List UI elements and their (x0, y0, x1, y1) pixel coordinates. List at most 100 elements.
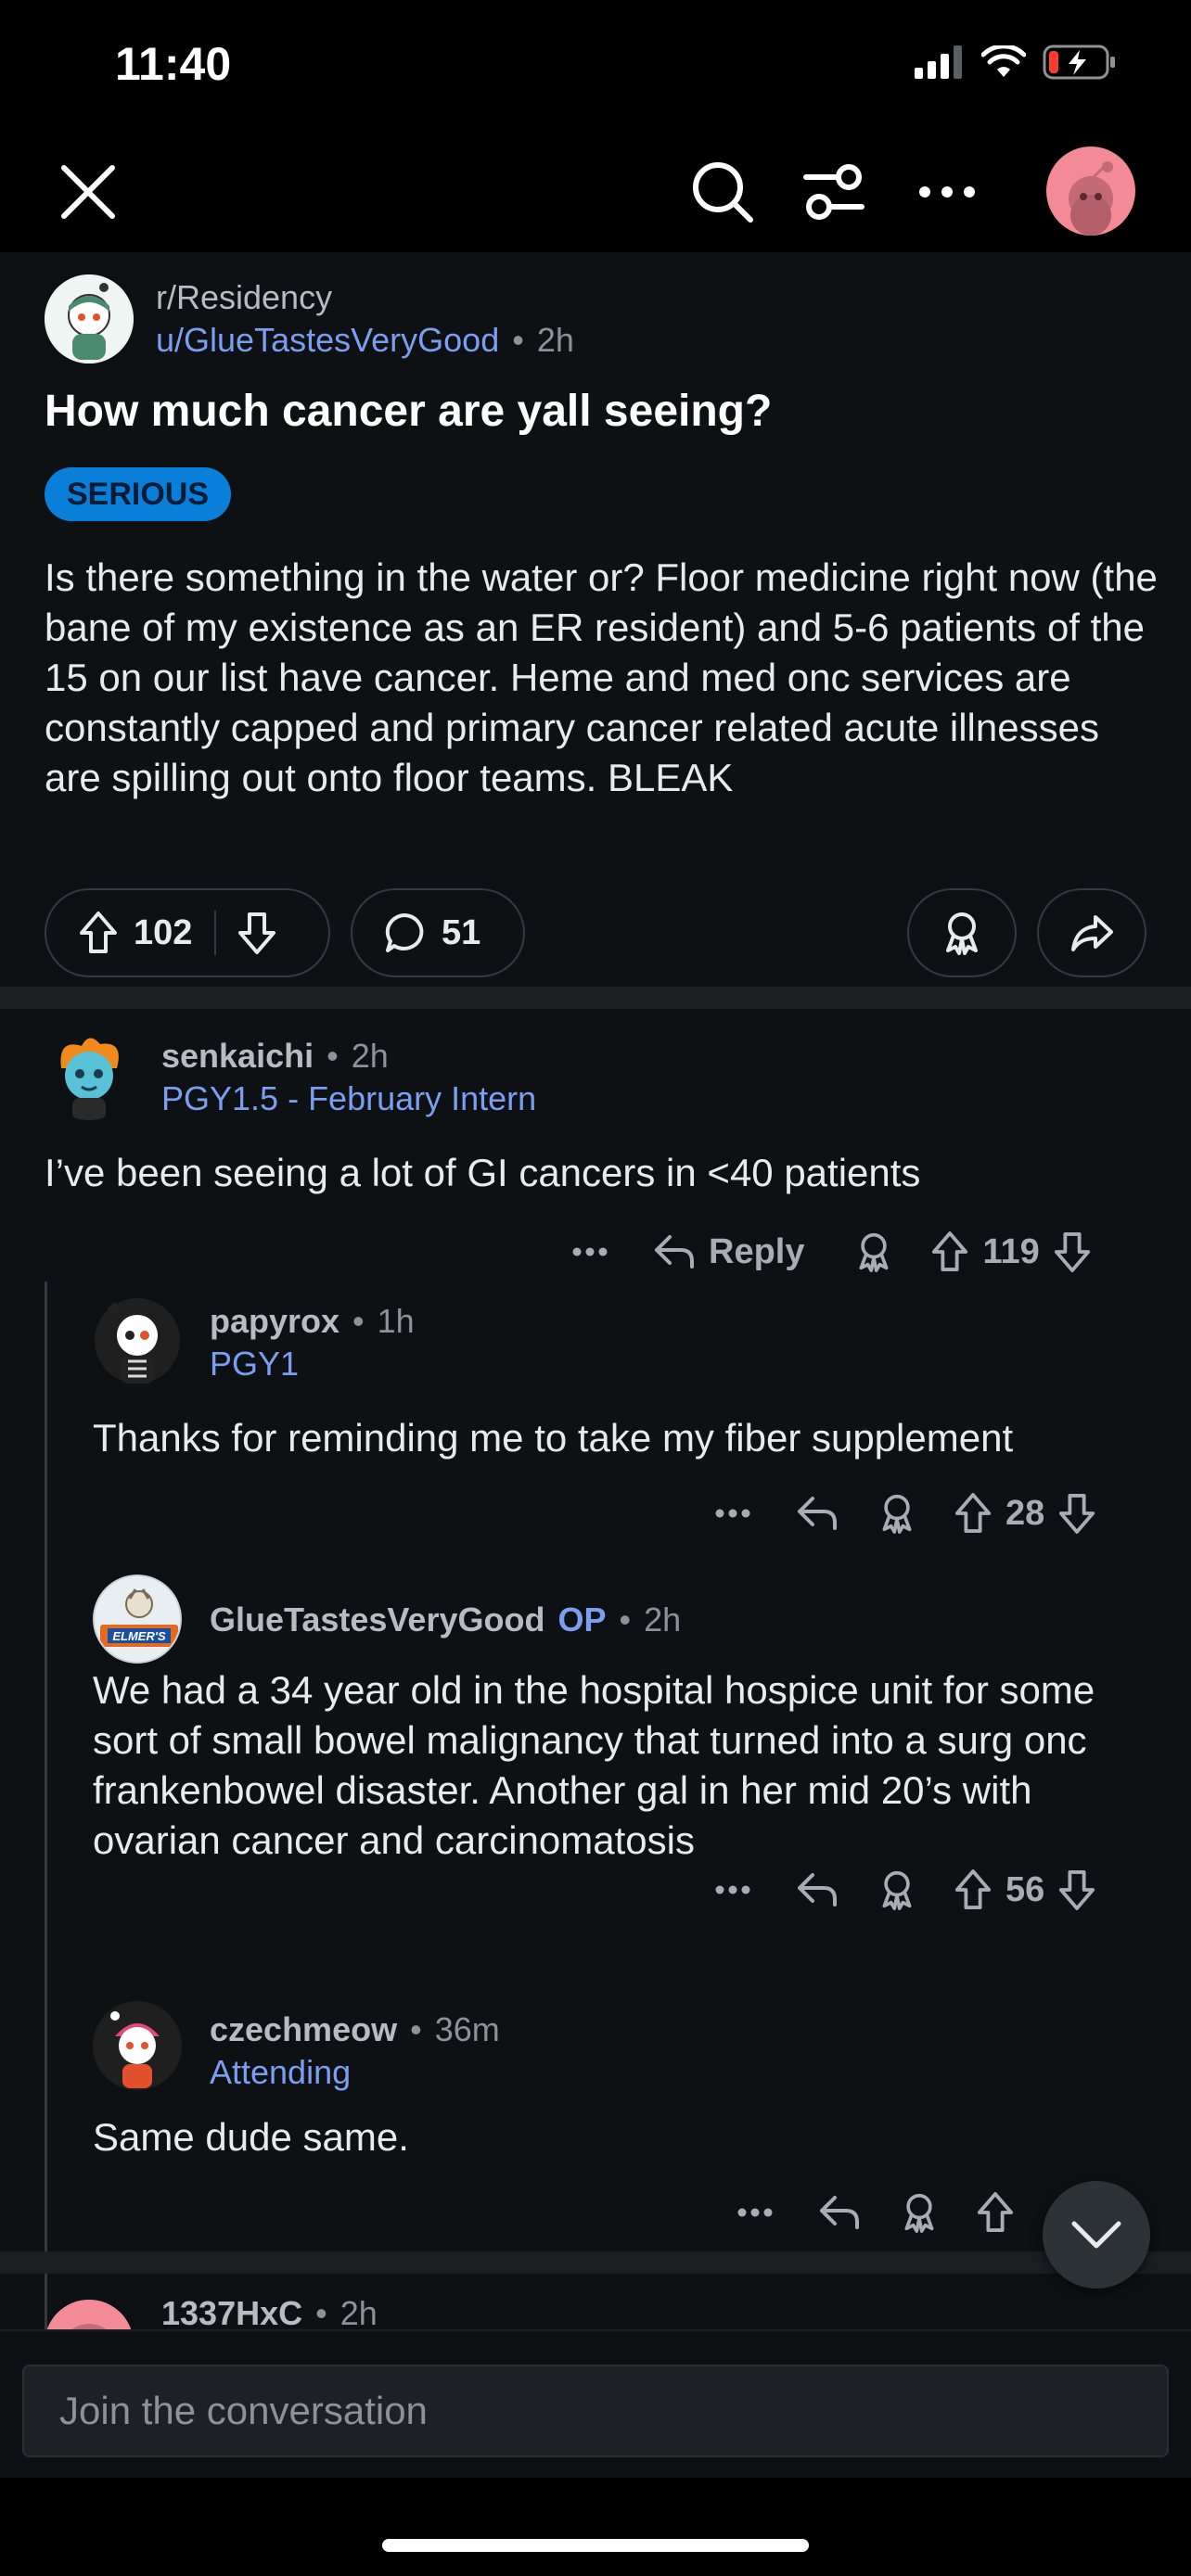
comment-age: 36m (434, 2010, 500, 2048)
close-button[interactable] (46, 150, 130, 234)
avatar-logo-text: ELMER'S (112, 1629, 166, 1643)
downvote-button[interactable] (1057, 1492, 1096, 1535)
avatar[interactable]: ELMER'S (93, 1575, 182, 1664)
comment: 1337HxC • 2h (0, 2274, 1191, 2329)
signal-icon (915, 45, 965, 79)
comment-meta: czechmeow • 36m (210, 2010, 500, 2049)
share-button[interactable] (1037, 888, 1146, 977)
comment-text: I’ve been seeing a lot of GI cancers in … (45, 1151, 921, 1194)
comment-age: 2h (644, 1600, 682, 1639)
award-button[interactable] (907, 888, 1017, 977)
user-flair: PGY1.5 - February Intern (161, 1079, 537, 1117)
comment-meta: senkaichi • 2h (161, 1037, 389, 1076)
more-options-button[interactable] (571, 1246, 608, 1257)
comment-username[interactable]: GlueTastesVeryGood (210, 1600, 544, 1639)
snoo-avatar-icon (60, 1038, 119, 1120)
avatar[interactable] (93, 2001, 182, 2090)
reply-button[interactable] (796, 1871, 839, 1908)
downvote-button[interactable] (237, 911, 277, 955)
downvote-button[interactable] (1057, 1868, 1096, 1911)
share-icon (1071, 915, 1113, 951)
more-options-button[interactable] (714, 1508, 751, 1519)
meta-separator: • (327, 1037, 339, 1075)
award-icon (882, 1494, 912, 1534)
comment-username[interactable]: czechmeow (210, 2010, 397, 2049)
search-button[interactable] (681, 150, 764, 234)
comments-button[interactable]: 51 (351, 888, 525, 977)
comment-count: 51 (442, 912, 481, 952)
upvote-icon (977, 2192, 1014, 2232)
comment-actions: 28 (714, 1486, 1096, 1541)
snoo-avatar-icon (45, 274, 134, 363)
reply-button[interactable]: Reply (653, 1232, 804, 1272)
post-author[interactable]: u/GlueTastesVeryGood (156, 321, 499, 360)
meta-separator: • (352, 1302, 365, 1340)
wifi-icon (981, 45, 1026, 79)
upvote-button[interactable] (954, 1492, 992, 1535)
upvote-button[interactable] (976, 2191, 1015, 2234)
upvote-button[interactable] (78, 911, 119, 955)
post-detail-content: r/Residency u/GlueTastesVeryGood • 2h Ho… (0, 252, 1191, 2329)
comment-text: Same dude same. (93, 2115, 409, 2159)
downvote-icon (1059, 1869, 1095, 1910)
snoo-avatar-icon (1069, 161, 1113, 236)
reply-label: Reply (709, 1231, 805, 1271)
award-icon (904, 2193, 934, 2233)
comment-score: 56 (1005, 1869, 1045, 1909)
subreddit-name[interactable]: r/Residency (156, 278, 332, 317)
award-button[interactable] (877, 1492, 916, 1535)
join-conversation-input[interactable]: Join the conversation (22, 2365, 1169, 2457)
more-options-button[interactable] (714, 1884, 751, 1895)
upvote-icon (954, 1869, 992, 1909)
comment: czechmeow • 36m Attending Same dude same… (0, 1983, 1191, 2251)
comment: senkaichi • 2h PGY1.5 - February Intern … (0, 1009, 1191, 1296)
comment-actions: 56 (714, 1862, 1096, 1918)
more-options-button[interactable] (905, 150, 989, 234)
more-icon (715, 1509, 750, 1518)
upvote-button[interactable] (954, 1868, 992, 1911)
comment-meta: 1337HxC • 2h (161, 2294, 378, 2329)
comment-score: 119 (982, 1231, 1040, 1271)
vote-pill: 102 (45, 888, 330, 977)
more-options-button[interactable] (736, 2207, 774, 2218)
bottom-bar: Join the conversation (0, 2329, 1191, 2576)
award-button[interactable] (877, 1868, 916, 1911)
user-avatar-button[interactable] (1046, 147, 1135, 236)
comment-age: 2h (339, 2294, 378, 2329)
upvote-icon (954, 1493, 992, 1533)
reply-button[interactable] (818, 2194, 861, 2231)
subreddit-avatar[interactable] (45, 274, 134, 363)
upvote-button[interactable] (930, 1231, 969, 1273)
user-flair: PGY1 (210, 1345, 300, 1383)
composer-bar: Join the conversation (0, 2329, 1191, 2478)
more-icon (919, 186, 975, 198)
sort-filter-button[interactable] (792, 150, 876, 234)
comment-username[interactable]: papyrox (210, 1302, 339, 1341)
comment-username[interactable]: 1337HxC (161, 2294, 302, 2329)
award-button[interactable] (900, 2191, 939, 2234)
search-icon (693, 162, 753, 223)
battery-icon (1043, 45, 1117, 80)
avatar[interactable] (45, 1031, 134, 1120)
downvote-button[interactable] (1053, 1231, 1092, 1273)
upvote-icon (932, 1231, 968, 1271)
scroll-next-comment-button[interactable] (1043, 2181, 1150, 2289)
award-button[interactable] (854, 1231, 893, 1273)
award-icon (859, 1232, 890, 1272)
elmers-glue-avatar-icon: ELMER'S (95, 1576, 180, 1662)
comment-text: We had a 34 year old in the hospital hos… (93, 1668, 1095, 1862)
downvote-icon (238, 912, 276, 954)
home-indicator[interactable] (382, 2539, 809, 2552)
reply-icon (655, 1235, 694, 1269)
meta-separator: • (410, 2010, 422, 2048)
avatar[interactable] (45, 2300, 134, 2329)
top-nav-bar (0, 130, 1191, 252)
downvote-icon (1054, 1231, 1090, 1272)
avatar[interactable] (93, 1296, 182, 1385)
comment-score: 28 (1005, 1493, 1045, 1533)
downvote-icon (1059, 1493, 1095, 1534)
comment-username[interactable]: senkaichi (161, 1037, 314, 1076)
op-badge: OP (557, 1600, 607, 1639)
vote-divider (214, 911, 217, 955)
reply-button[interactable] (796, 1495, 839, 1532)
